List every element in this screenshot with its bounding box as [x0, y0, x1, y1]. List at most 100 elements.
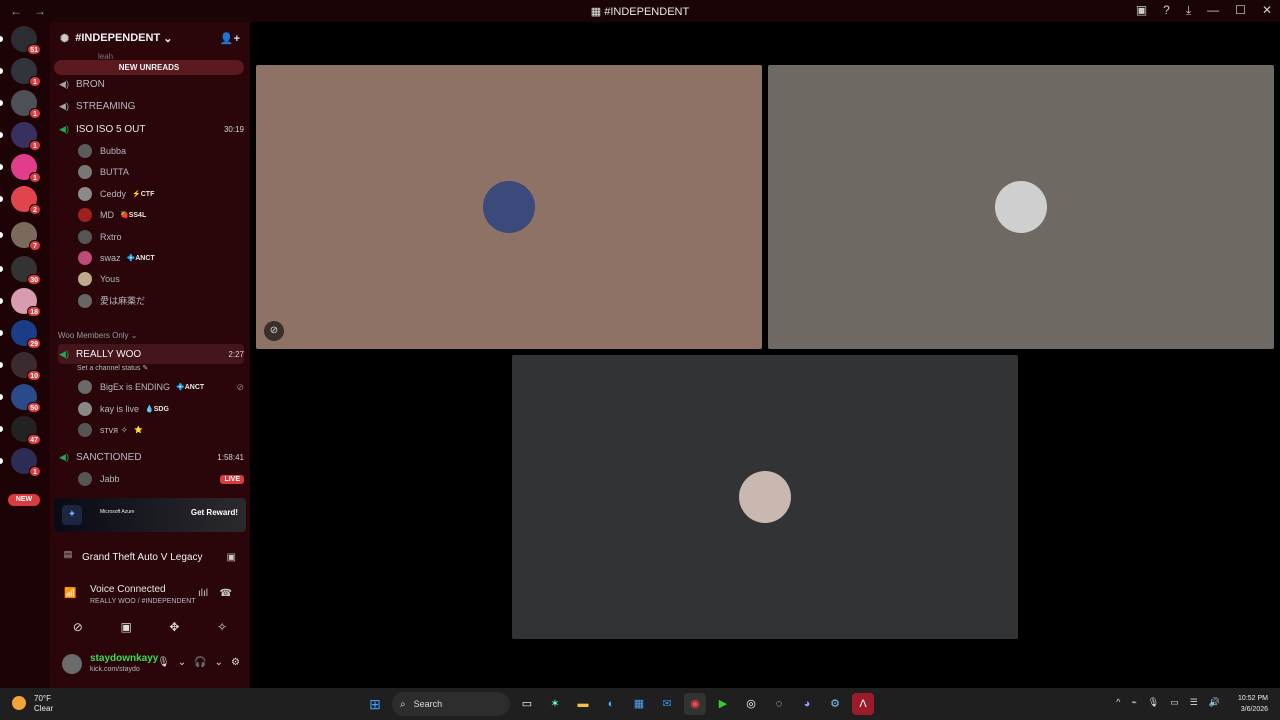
- server-icon[interactable]: 1: [0, 122, 41, 151]
- participant-tile[interactable]: ⊘: [256, 65, 762, 349]
- file-explorer-icon[interactable]: ▬: [572, 693, 594, 715]
- voice-member[interactable]: BUTTA: [78, 162, 244, 182]
- maximize-button[interactable]: ☐: [1235, 3, 1246, 18]
- server-icon[interactable]: 30: [0, 256, 41, 285]
- server-icon[interactable]: 7: [0, 222, 41, 251]
- member-jabb[interactable]: Jabb LIVE: [78, 469, 244, 489]
- activity-game[interactable]: ▤ Grand Theft Auto V Legacy ▣: [54, 545, 246, 569]
- channel-bron[interactable]: ◀) BRON: [58, 74, 244, 94]
- server-icon[interactable]: 47: [0, 416, 41, 445]
- headphones-icon[interactable]: 🎧: [194, 657, 206, 668]
- download-icon[interactable]: ⤓: [1186, 3, 1191, 18]
- activities-icon[interactable]: ✥: [169, 620, 179, 634]
- microphone-icon[interactable]: 🎙: [157, 657, 170, 668]
- copilot-icon[interactable]: ✶: [544, 693, 566, 715]
- voice-status[interactable]: Voice Connected: [90, 584, 166, 595]
- unread-pill: [0, 164, 3, 170]
- sheets-icon[interactable]: ▶: [712, 693, 734, 715]
- discord-icon[interactable]: ◕: [796, 693, 818, 715]
- camera-off-icon[interactable]: ⊘: [73, 620, 83, 634]
- network-icon[interactable]: ⌁: [1131, 697, 1136, 708]
- search-label: Search: [413, 699, 443, 709]
- voice-member[interactable]: Ceddy ⚡CTF: [78, 184, 244, 204]
- user-controls: 🎙 ⌄ 🎧 ⌄ ⚙: [157, 657, 240, 668]
- voice-member[interactable]: Bubba: [78, 141, 244, 161]
- server-icon[interactable]: 2: [0, 186, 41, 215]
- microphone-icon[interactable]: 🎙: [1148, 697, 1159, 708]
- server-icon[interactable]: 1: [0, 448, 41, 477]
- signal-icon[interactable]: 📶: [64, 588, 76, 599]
- voice-stage: ⊘: [250, 22, 1280, 688]
- unread-pill: [0, 394, 3, 400]
- disconnect-icon[interactable]: ☎: [220, 588, 232, 599]
- member-name: Bubba: [100, 146, 127, 156]
- voice-member[interactable]: sтvя ✧ ⭐: [78, 420, 244, 440]
- voice-member[interactable]: swaz 💠ANCT: [78, 248, 244, 268]
- new-unreads-banner[interactable]: NEW UNREADS: [54, 60, 244, 75]
- unread-pill: [0, 100, 3, 106]
- minimize-button[interactable]: —: [1207, 3, 1219, 18]
- soundboard-icon[interactable]: ✧: [217, 620, 227, 634]
- task-view-icon[interactable]: ▭: [516, 693, 538, 715]
- voice-member[interactable]: BigEx is ENDING 💠ANCT ⊘: [78, 377, 244, 397]
- windows-start-icon[interactable]: ⊞: [364, 693, 386, 715]
- chrome-icon[interactable]: ◉: [684, 693, 706, 715]
- share-screen-icon[interactable]: ▣: [120, 620, 131, 634]
- server-icon[interactable]: 1: [0, 154, 41, 183]
- participant-avatar: [995, 181, 1047, 233]
- server-icon[interactable]: 10: [0, 352, 41, 381]
- help-icon[interactable]: ?: [1163, 3, 1170, 18]
- chevron-down-icon[interactable]: ⌄: [215, 657, 223, 668]
- voice-member[interactable]: MD 🍓SS4L: [78, 205, 244, 225]
- steam-icon[interactable]: ⚙: [824, 693, 846, 715]
- close-button[interactable]: ✕: [1262, 3, 1272, 18]
- noise-suppression-icon[interactable]: ılıl: [198, 588, 208, 599]
- chevron-down-icon[interactable]: ⌄: [178, 657, 186, 668]
- server-icon[interactable]: 51: [0, 26, 41, 55]
- server-icon[interactable]: 18: [0, 288, 41, 317]
- add-user-icon[interactable]: 👤+: [220, 32, 240, 45]
- new-badge[interactable]: NEW: [8, 494, 40, 506]
- sun-icon: [12, 696, 26, 710]
- app-icon[interactable]: ◌: [768, 693, 790, 715]
- server-icon[interactable]: 29: [0, 320, 41, 349]
- clock[interactable]: 10:52 PM 3/6/2026: [1238, 693, 1268, 715]
- voice-member[interactable]: kay is live 💧SDG: [78, 399, 244, 419]
- volume-icon[interactable]: 🔊: [1209, 697, 1220, 708]
- username[interactable]: staydownkayy: [90, 653, 158, 664]
- game-launcher-icon[interactable]: Λ: [852, 693, 874, 715]
- channel-iso[interactable]: ◀) ISO ISO 5 OUT 30:19: [58, 119, 244, 139]
- channel-streaming[interactable]: ◀) STREAMING: [58, 96, 244, 116]
- get-reward-button[interactable]: Get Reward!: [191, 508, 238, 517]
- taskbar-search[interactable]: ⌕ Search: [392, 692, 510, 716]
- server-icon[interactable]: 1: [0, 58, 41, 87]
- participant-tile[interactable]: [512, 355, 1018, 639]
- participant-avatar: [483, 181, 535, 233]
- voice-member[interactable]: Yous: [78, 269, 244, 289]
- screen-share-icon[interactable]: ▣: [227, 552, 236, 563]
- server-icon[interactable]: 1: [0, 90, 41, 119]
- clock-time: 10:52 PM: [1238, 695, 1268, 702]
- inbox-icon[interactable]: ▣: [1136, 3, 1147, 18]
- chevron-up-icon[interactable]: ^: [1116, 697, 1120, 708]
- channel-really-woo[interactable]: ◀) REALLY WOO 2:27: [58, 344, 244, 364]
- chevron-down-icon: ⌄: [163, 32, 173, 45]
- store-icon[interactable]: ▦: [628, 693, 650, 715]
- wifi-icon[interactable]: ☰: [1190, 697, 1198, 708]
- category-woo-members[interactable]: Woo Members Only ⌄: [58, 331, 137, 340]
- voice-member[interactable]: 愛は麻薬だ: [78, 291, 244, 311]
- edge-icon[interactable]: ◐: [600, 693, 622, 715]
- voice-member[interactable]: Rxtro: [78, 227, 244, 247]
- obs-icon[interactable]: ◎: [740, 693, 762, 715]
- channel-sanctioned[interactable]: ◀) SANCTIONED 1:58:41: [58, 447, 244, 467]
- promo-banner[interactable]: ✦ Microsoft Azure Get Reward!: [54, 498, 246, 532]
- outlook-icon[interactable]: ✉: [656, 693, 678, 715]
- channel-status[interactable]: Set a channel status ✎: [77, 364, 148, 372]
- display-icon[interactable]: ▭: [1170, 697, 1179, 708]
- clan-tag: ⭐: [134, 427, 143, 434]
- participant-tile[interactable]: [768, 65, 1274, 349]
- avatar[interactable]: [62, 654, 82, 674]
- voice-channel[interactable]: REALLY WOO / #INDEPENDENT: [90, 598, 196, 605]
- server-icon[interactable]: 50: [0, 384, 41, 413]
- gear-icon[interactable]: ⚙: [231, 657, 240, 668]
